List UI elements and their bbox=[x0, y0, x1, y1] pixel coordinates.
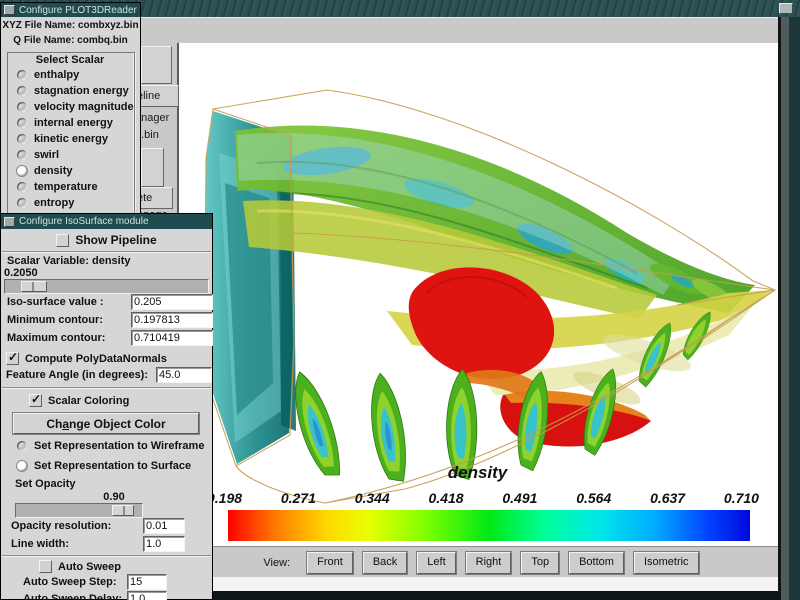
window-menu-icon[interactable] bbox=[4, 5, 15, 15]
opacity-slider[interactable] bbox=[15, 503, 143, 518]
view-front-button[interactable]: Front bbox=[307, 552, 353, 574]
radio-icon[interactable] bbox=[17, 441, 27, 451]
scalar-radio-kinetic-energy[interactable]: kinetic energy bbox=[17, 133, 108, 145]
view-back-button[interactable]: Back bbox=[363, 552, 407, 574]
tick-label: 0.271 bbox=[281, 490, 316, 506]
scalar-radio-enthalpy[interactable]: enthalpy bbox=[17, 69, 79, 81]
opacity-resolution-input[interactable]: 0.01 bbox=[143, 518, 185, 534]
xyz-file-label: XYZ File Name: combxyz.bin bbox=[2, 20, 138, 31]
checkbox-icon[interactable] bbox=[56, 234, 69, 247]
radio-icon[interactable] bbox=[17, 70, 27, 80]
application-window: eline anager g.bin ete anage bbox=[0, 0, 800, 600]
hidden-panel-widget[interactable] bbox=[141, 46, 172, 84]
max-contour-label: Maximum contour: bbox=[7, 332, 105, 344]
min-contour-label: Minimum contour: bbox=[7, 314, 103, 326]
plot3d-dialog-title: Configure PLOT3DReader modul bbox=[19, 5, 140, 16]
view-right-button[interactable]: Right bbox=[466, 552, 512, 574]
scalar-radio-stagnation-energy[interactable]: stagnation energy bbox=[17, 85, 129, 97]
compute-normals-checkbox-row[interactable]: Compute PolyDataNormals bbox=[6, 352, 167, 365]
separator bbox=[2, 555, 211, 557]
tick-label: 0.491 bbox=[502, 490, 537, 506]
auto-sweep-delay-input[interactable]: 1.0 bbox=[127, 591, 167, 600]
scalar-bar-tick-labels: 0.198 0.271 0.344 0.418 0.491 0.564 0.63… bbox=[207, 490, 759, 506]
tick-label: 0.418 bbox=[429, 490, 464, 506]
scalar-radio-swirl[interactable]: swirl bbox=[17, 149, 59, 161]
view-left-button[interactable]: Left bbox=[417, 552, 455, 574]
render-window-margin bbox=[177, 577, 778, 591]
opacity-resolution-label: Opacity resolution: bbox=[11, 520, 111, 532]
line-width-input[interactable]: 1.0 bbox=[143, 536, 185, 552]
line-width-label: Line width: bbox=[11, 538, 69, 550]
select-scalar-title: Select Scalar bbox=[36, 54, 105, 66]
auto-sweep-checkbox-row[interactable]: Auto Sweep bbox=[39, 560, 121, 573]
render-viewport[interactable]: density 0.198 0.271 0.344 0.418 0.491 0.… bbox=[177, 43, 778, 546]
scalar-radio-velocity-magnitude[interactable]: velocity magnitude bbox=[17, 101, 134, 113]
checkbox-checked-icon[interactable] bbox=[29, 394, 42, 407]
tick-label: 0.564 bbox=[576, 490, 611, 506]
hidden-panel-widget[interactable] bbox=[141, 148, 164, 187]
auto-sweep-step-input[interactable]: 15 bbox=[127, 574, 167, 590]
view-toolbar: View: Front Back Left Right Top Bottom I… bbox=[177, 546, 778, 578]
plot3d-dialog-titlebar[interactable]: Configure PLOT3DReader modul bbox=[1, 3, 140, 17]
set-opacity-label: Set Opacity bbox=[15, 478, 76, 490]
plot3d-reader-dialog: Configure PLOT3DReader modul XYZ File Na… bbox=[0, 2, 141, 230]
scalar-bar-gradient bbox=[228, 510, 750, 541]
view-label: View: bbox=[256, 552, 297, 574]
separator bbox=[2, 251, 211, 253]
scalar-radio-entropy[interactable]: entropy bbox=[17, 197, 74, 209]
isosurface-dialog-titlebar[interactable]: Configure IsoSurface module bbox=[1, 214, 212, 229]
feature-angle-input[interactable]: 45.0 bbox=[156, 367, 212, 383]
checkbox-checked-icon[interactable] bbox=[6, 352, 19, 365]
q-file-label: Q File Name: combq.bin bbox=[13, 35, 127, 46]
radio-icon[interactable] bbox=[17, 150, 27, 160]
view-bottom-button[interactable]: Bottom bbox=[569, 552, 624, 574]
representation-surface-radio[interactable]: Set Representation to Surface bbox=[17, 460, 191, 472]
iso-slider-value: 0.2050 bbox=[4, 267, 38, 279]
iso-value-slider[interactable] bbox=[4, 279, 209, 294]
scalar-variable-label: Scalar Variable: density bbox=[7, 255, 131, 267]
tick-label: 0.344 bbox=[355, 490, 390, 506]
scalar-bar-title: density bbox=[177, 463, 778, 483]
feature-angle-label: Feature Angle (in degrees): bbox=[6, 369, 148, 381]
tick-label: 0.637 bbox=[650, 490, 685, 506]
radio-icon[interactable] bbox=[17, 134, 27, 144]
window-menu-icon[interactable] bbox=[4, 217, 15, 227]
scalar-radio-temperature[interactable]: temperature bbox=[17, 181, 98, 193]
tick-label: 0.710 bbox=[724, 490, 759, 506]
change-object-color-button[interactable]: Change Object Color bbox=[13, 413, 199, 434]
radio-icon[interactable] bbox=[17, 86, 27, 96]
scalar-radio-density[interactable]: density bbox=[17, 165, 73, 177]
isosurface-dialog: Configure IsoSurface module Show Pipelin… bbox=[0, 213, 213, 600]
scalar-coloring-checkbox-row[interactable]: Scalar Coloring bbox=[29, 394, 129, 407]
view-top-button[interactable]: Top bbox=[521, 552, 559, 574]
radio-icon-selected[interactable] bbox=[17, 166, 27, 176]
representation-wireframe-radio[interactable]: Set Representation to Wireframe bbox=[17, 440, 204, 452]
min-contour-input[interactable]: 0.197813 bbox=[131, 312, 213, 328]
auto-sweep-delay-label: Auto Sweep Delay: bbox=[23, 593, 122, 600]
radio-icon[interactable] bbox=[17, 182, 27, 192]
radio-icon[interactable] bbox=[17, 198, 27, 208]
radio-icon[interactable] bbox=[17, 102, 27, 112]
auto-sweep-step-label: Auto Sweep Step: bbox=[23, 576, 117, 588]
window-frame-right bbox=[778, 17, 800, 600]
max-contour-input[interactable]: 0.710419 bbox=[131, 330, 213, 346]
separator bbox=[2, 387, 211, 389]
iso-value-input[interactable]: 0.205 bbox=[131, 294, 213, 310]
radio-icon-selected[interactable] bbox=[17, 461, 27, 471]
titlebar-corner-icon[interactable] bbox=[779, 3, 793, 14]
slider-thumb[interactable] bbox=[112, 505, 134, 516]
view-isometric-button[interactable]: Isometric bbox=[634, 552, 699, 574]
radio-icon[interactable] bbox=[17, 118, 27, 128]
show-pipeline-checkbox-row[interactable]: Show Pipeline bbox=[1, 233, 212, 247]
opacity-slider-value: 0.90 bbox=[103, 491, 124, 503]
slider-thumb[interactable] bbox=[21, 281, 47, 292]
isosurface-dialog-title: Configure IsoSurface module bbox=[19, 216, 149, 227]
iso-value-label: Iso-surface value : bbox=[7, 296, 104, 308]
scalar-radio-internal-energy[interactable]: internal energy bbox=[17, 117, 113, 129]
checkbox-icon[interactable] bbox=[39, 560, 52, 573]
